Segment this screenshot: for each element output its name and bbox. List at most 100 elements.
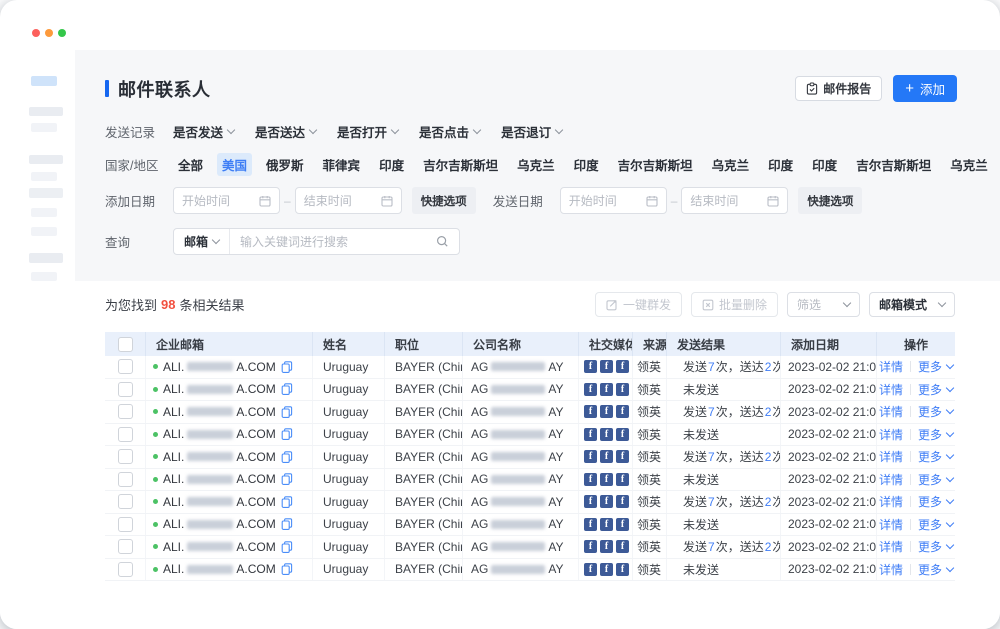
send-date-quick-options-button[interactable]: 快捷选项 — [798, 187, 862, 214]
facebook-icon[interactable]: f — [600, 518, 613, 531]
facebook-icon[interactable]: f — [600, 450, 613, 463]
facebook-icon[interactable]: f — [584, 405, 597, 418]
copy-icon[interactable] — [281, 451, 293, 463]
email-report-button[interactable]: 邮件报告 — [795, 76, 882, 101]
facebook-icon[interactable]: f — [600, 360, 613, 373]
detail-link[interactable]: 详情 — [879, 516, 903, 533]
sidebar-item[interactable] — [31, 272, 57, 281]
country-option[interactable]: 吉尔吉斯斯坦 — [851, 153, 936, 176]
facebook-icon[interactable]: f — [584, 473, 597, 486]
minimize-window-icon[interactable] — [45, 29, 53, 37]
more-link[interactable]: 更多 — [918, 493, 953, 510]
country-option[interactable]: 吉尔吉斯斯坦 — [613, 153, 698, 176]
more-link[interactable]: 更多 — [918, 448, 953, 465]
facebook-icon[interactable]: f — [616, 383, 629, 396]
row-checkbox[interactable] — [118, 427, 133, 442]
facebook-icon[interactable]: f — [616, 405, 629, 418]
facebook-icon[interactable]: f — [616, 563, 629, 576]
facebook-icon[interactable]: f — [584, 495, 597, 508]
copy-icon[interactable] — [281, 406, 293, 418]
facebook-icon[interactable]: f — [600, 563, 613, 576]
more-link[interactable]: 更多 — [918, 426, 953, 443]
country-option[interactable]: 乌克兰 — [512, 153, 560, 176]
send-date-end-input[interactable]: 结束时间 — [681, 187, 788, 214]
send-filter-dropdown[interactable]: 是否送达 — [255, 122, 316, 141]
copy-icon[interactable] — [281, 383, 293, 395]
search-icon[interactable] — [436, 235, 449, 248]
more-link[interactable]: 更多 — [918, 561, 953, 578]
detail-link[interactable]: 详情 — [879, 426, 903, 443]
country-option[interactable]: 印度 — [763, 153, 798, 176]
row-checkbox[interactable] — [118, 382, 133, 397]
facebook-icon[interactable]: f — [616, 428, 629, 441]
facebook-icon[interactable]: f — [584, 563, 597, 576]
sidebar-item[interactable] — [31, 172, 57, 181]
maximize-window-icon[interactable] — [58, 29, 66, 37]
detail-link[interactable]: 详情 — [879, 561, 903, 578]
detail-link[interactable]: 详情 — [879, 471, 903, 488]
facebook-icon[interactable]: f — [584, 450, 597, 463]
country-option[interactable]: 印度 — [374, 153, 409, 176]
country-option[interactable]: 菲律宾 — [318, 153, 366, 176]
detail-link[interactable]: 详情 — [879, 381, 903, 398]
detail-link[interactable]: 详情 — [879, 358, 903, 375]
country-option[interactable]: 印度 — [807, 153, 842, 176]
detail-link[interactable]: 详情 — [879, 448, 903, 465]
send-filter-dropdown[interactable]: 是否发送 — [173, 122, 234, 141]
sidebar-item[interactable] — [31, 208, 57, 217]
bulk-delete-button[interactable]: 批量删除 — [691, 292, 778, 317]
detail-link[interactable]: 详情 — [879, 493, 903, 510]
facebook-icon[interactable]: f — [584, 518, 597, 531]
more-link[interactable]: 更多 — [918, 538, 953, 555]
search-input[interactable]: 输入关键词进行搜索 — [230, 233, 459, 250]
copy-icon[interactable] — [281, 496, 293, 508]
copy-icon[interactable] — [281, 518, 293, 530]
copy-icon[interactable] — [281, 428, 293, 440]
country-option[interactable]: 印度 — [569, 153, 604, 176]
country-option[interactable]: 美国 — [217, 153, 252, 176]
send-filter-dropdown[interactable]: 是否打开 — [337, 122, 398, 141]
send-filter-dropdown[interactable]: 是否点击 — [419, 122, 480, 141]
send-filter-dropdown[interactable]: 是否退订 — [501, 122, 562, 141]
add-button[interactable]: + 添加 — [893, 75, 957, 102]
facebook-icon[interactable]: f — [600, 495, 613, 508]
close-window-icon[interactable] — [32, 29, 40, 37]
facebook-icon[interactable]: f — [600, 383, 613, 396]
more-link[interactable]: 更多 — [918, 358, 953, 375]
sidebar-item[interactable] — [29, 188, 63, 198]
row-checkbox[interactable] — [118, 494, 133, 509]
sidebar-item[interactable] — [31, 123, 57, 132]
more-link[interactable]: 更多 — [918, 403, 953, 420]
row-checkbox[interactable] — [118, 517, 133, 532]
more-link[interactable]: 更多 — [918, 381, 953, 398]
facebook-icon[interactable]: f — [600, 428, 613, 441]
filter-select[interactable]: 筛选 — [787, 292, 860, 317]
country-option[interactable]: 乌克兰 — [707, 153, 755, 176]
row-checkbox[interactable] — [118, 404, 133, 419]
send-date-start-input[interactable]: 开始时间 — [560, 187, 667, 214]
more-link[interactable]: 更多 — [918, 516, 953, 533]
facebook-icon[interactable]: f — [584, 360, 597, 373]
detail-link[interactable]: 详情 — [879, 403, 903, 420]
facebook-icon[interactable]: f — [616, 473, 629, 486]
sidebar-item-active[interactable] — [31, 76, 57, 86]
row-checkbox[interactable] — [118, 449, 133, 464]
sidebar-item[interactable] — [31, 227, 57, 236]
country-option[interactable]: 吉尔吉斯斯坦 — [418, 153, 503, 176]
row-checkbox[interactable] — [118, 359, 133, 374]
row-checkbox[interactable] — [118, 472, 133, 487]
copy-icon[interactable] — [281, 361, 293, 373]
facebook-icon[interactable]: f — [584, 383, 597, 396]
facebook-icon[interactable]: f — [616, 540, 629, 553]
row-checkbox[interactable] — [118, 539, 133, 554]
more-link[interactable]: 更多 — [918, 471, 953, 488]
facebook-icon[interactable]: f — [616, 495, 629, 508]
copy-icon[interactable] — [281, 541, 293, 553]
facebook-icon[interactable]: f — [584, 428, 597, 441]
sidebar-item[interactable] — [29, 253, 63, 263]
sidebar-item[interactable] — [29, 107, 63, 116]
country-option[interactable]: 俄罗斯 — [261, 153, 309, 176]
facebook-icon[interactable]: f — [600, 473, 613, 486]
row-checkbox[interactable] — [118, 562, 133, 577]
add-date-quick-options-button[interactable]: 快捷选项 — [412, 187, 476, 214]
